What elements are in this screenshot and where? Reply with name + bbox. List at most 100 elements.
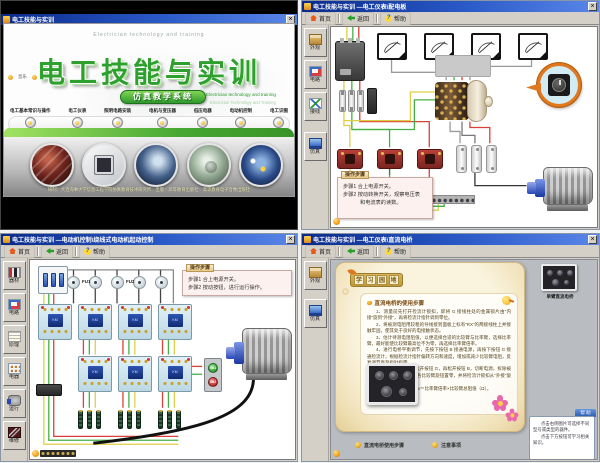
terminal-pins — [40, 450, 76, 457]
dc-bridge-photo — [366, 363, 418, 405]
product-photo-meter — [82, 143, 126, 187]
contactor[interactable]: KM — [78, 304, 112, 340]
sidebar-item-circuit[interactable]: 电路 — [3, 293, 26, 322]
motor[interactable] — [527, 165, 593, 211]
start-stop-buttons: SB1 SB2 — [204, 358, 222, 392]
titlebar[interactable]: 电工技能与实训 —电工仪表\配电板 × — [302, 1, 599, 12]
stop-button[interactable]: SB2 — [208, 377, 218, 387]
menu-item[interactable]: 电工基本常识与操作 — [10, 108, 51, 128]
product-photo-tools — [30, 143, 74, 187]
menu-circle-button[interactable] — [197, 117, 208, 128]
sidebar-item-simulation[interactable]: 仿真 — [304, 132, 327, 161]
back-button[interactable]: 返回 — [342, 12, 374, 25]
menu-item[interactable]: 电工仪表 — [68, 108, 86, 128]
fuse-holder[interactable] — [339, 90, 346, 112]
menu-circle-button[interactable] — [235, 117, 246, 128]
fuse-holder[interactable] — [357, 90, 364, 112]
sidebar-item-principle[interactable]: 原理 — [3, 325, 26, 354]
usage-steps-link[interactable]: 直流电桥使用步骤 — [355, 442, 404, 449]
motor[interactable] — [226, 326, 292, 380]
menu-item[interactable]: 电工识图 — [270, 108, 288, 128]
help-button[interactable]: ?帮助 — [380, 12, 411, 25]
fuse-link[interactable] — [456, 145, 467, 173]
sidebar-item-simulation[interactable]: 仿真 — [304, 299, 327, 328]
product-photo-motor — [187, 143, 231, 187]
wire — [462, 122, 475, 144]
menu-item[interactable]: 低压电器 — [194, 108, 212, 128]
sidebar-item-circuit[interactable]: 电路 — [304, 60, 327, 89]
music-ball-icon[interactable] — [32, 450, 39, 457]
toolbar-separator — [376, 247, 378, 256]
sidebar-item-equipment[interactable]: 器材 — [3, 261, 26, 290]
rotary-cam-switch[interactable] — [435, 80, 489, 122]
menu-circle-button[interactable] — [25, 117, 36, 128]
flower-decoration — [506, 409, 519, 422]
music-ball-icon[interactable] — [333, 218, 340, 225]
steps-tab: 操作步骤 — [186, 264, 214, 272]
sidebar-item-devices[interactable]: 电器 — [3, 357, 26, 386]
menu-circle-button[interactable] — [112, 117, 123, 128]
magnifier-detail — [537, 63, 581, 107]
toolbar-separator — [376, 14, 378, 23]
contactor[interactable]: KM — [158, 356, 192, 392]
titlebar[interactable]: 电工技能与实训 —电动机控制\绕线式电动机起动控制 × — [1, 234, 297, 245]
home-button[interactable]: 首页 — [305, 245, 336, 258]
sidebar-item-appearance[interactable]: 外观 — [304, 261, 327, 290]
tool-sidebar: 外观 电路 接线 仿真 — [302, 25, 329, 229]
home-button[interactable]: 首页 — [4, 245, 35, 258]
step-paragraph: 2、将被测电阻用较粗的导线接到面板上标有“RX”的两接线柱上并接触牢固，使其处于… — [367, 322, 511, 335]
contactor[interactable]: KM — [118, 356, 152, 392]
close-button[interactable]: × — [286, 235, 295, 244]
menu-circle-button[interactable] — [72, 117, 83, 128]
main-breaker[interactable] — [335, 41, 365, 81]
fuse[interactable] — [67, 276, 80, 289]
computer-icon — [309, 138, 322, 149]
learning-area: 学习园地 直流电桥的使用步骤 1、测量前先打开检流计锁扣，即将 G 接线柱处的金… — [330, 259, 598, 460]
cautions-link[interactable]: 注意事项 — [432, 442, 461, 449]
fuse-link[interactable] — [486, 145, 497, 173]
english-subtitle-faint: Electrician Technology and Training — [210, 100, 276, 105]
contactor[interactable]: KM — [78, 356, 112, 392]
sphere-icon — [432, 442, 438, 448]
help-button[interactable]: ?帮助 — [380, 245, 411, 258]
start-button[interactable]: SB1 — [208, 363, 218, 373]
toolbar-separator — [338, 247, 340, 256]
back-icon — [46, 248, 54, 254]
menu-circle-button[interactable] — [157, 117, 168, 128]
motor-coupling — [234, 342, 244, 364]
current-transformer[interactable] — [337, 149, 363, 169]
back-icon — [347, 248, 355, 254]
help-button[interactable]: ?帮助 — [79, 245, 110, 258]
music-ball-icon[interactable] — [333, 450, 340, 457]
contactor[interactable]: KM — [38, 304, 72, 340]
bullet-icon — [367, 301, 372, 306]
contactor[interactable]: KM — [158, 304, 192, 340]
current-transformer[interactable] — [377, 149, 403, 169]
fuse[interactable] — [155, 276, 168, 289]
close-button[interactable]: × — [588, 2, 597, 11]
current-transformer[interactable] — [417, 149, 443, 169]
sidebar-item-repair[interactable]: 维修 — [3, 421, 26, 450]
back-button[interactable]: 返回 — [342, 245, 374, 258]
switch-knob[interactable] — [484, 96, 493, 107]
fuse-link[interactable] — [471, 145, 482, 173]
back-button[interactable]: 返回 — [41, 245, 73, 258]
fuse[interactable] — [111, 276, 124, 289]
menu-item[interactable]: 照明电路安装 — [104, 108, 131, 128]
toolbar-separator — [37, 247, 39, 256]
step-line: 步骤2 按动转换开关，观察电压表 — [338, 191, 432, 199]
sidebar-item-appearance[interactable]: 外观 — [304, 28, 327, 57]
menu-item[interactable]: 电机与变压器 — [149, 108, 176, 128]
sidebar-item-wiring[interactable]: 接线 — [304, 92, 327, 121]
fuse-holder[interactable] — [348, 90, 355, 112]
close-button[interactable]: × — [588, 235, 597, 244]
titlebar[interactable]: 电工技能与实训 —电工仪表\直流电桥 × — [302, 234, 599, 245]
menu-item[interactable]: 电动机控制 — [230, 108, 253, 128]
wiring-icon — [309, 98, 322, 109]
menu-circle-button[interactable] — [273, 117, 284, 128]
main-breaker[interactable] — [38, 266, 68, 294]
device-thumbnail[interactable] — [541, 264, 577, 291]
sidebar-item-run[interactable]: 运行 — [3, 389, 26, 418]
home-button[interactable]: 首页 — [305, 12, 336, 25]
contactor[interactable]: KM — [118, 304, 152, 340]
